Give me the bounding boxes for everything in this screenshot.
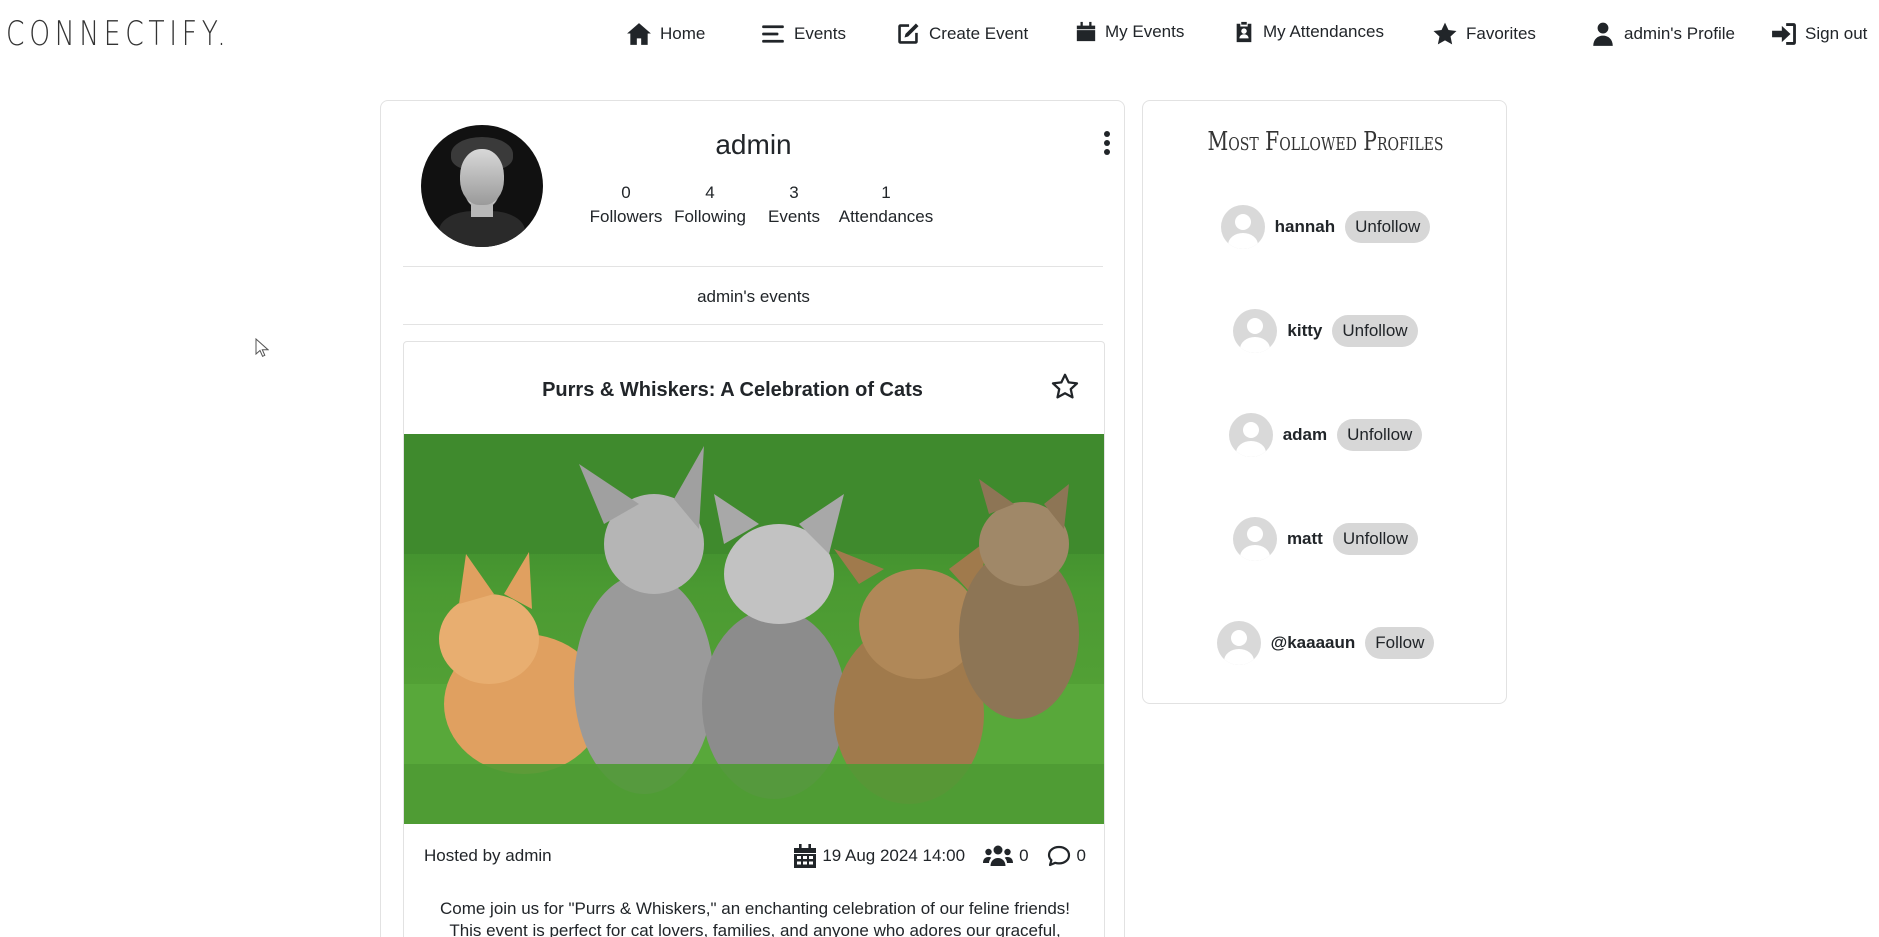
nav-events[interactable]: Events <box>760 21 846 47</box>
comment-icon <box>1047 845 1070 867</box>
hosted-by-prefix: Hosted by <box>424 846 501 865</box>
mouse-cursor-icon <box>255 338 269 357</box>
unfollow-button[interactable]: Unfollow <box>1337 419 1423 451</box>
stat-events-value: 3 <box>789 183 799 202</box>
clipboard-user-icon <box>1236 21 1252 43</box>
stat-following-label: Following <box>674 207 746 226</box>
profile-name[interactable]: adam <box>1283 425 1327 445</box>
nav-sign-out-label: Sign out <box>1805 24 1868 43</box>
stat-attendances: 1 Attendances <box>836 181 936 229</box>
profile-row: kitty Unfollow <box>1143 309 1508 353</box>
favorite-star-icon[interactable] <box>1050 372 1080 402</box>
avatar[interactable] <box>1220 205 1265 249</box>
nav-create-event[interactable]: Create Event <box>895 21 1028 47</box>
avatar[interactable] <box>1216 621 1261 665</box>
event-description: Come join us for "Purrs & Whiskers," an … <box>439 899 1071 937</box>
profile-row: hannah Unfollow <box>1143 205 1508 249</box>
nav-my-attendances-label: My Attendances <box>1263 22 1384 41</box>
sign-out-icon <box>1772 23 1796 45</box>
most-followed-title: Most Followed Profiles <box>1207 127 1444 157</box>
event-comments[interactable]: 0 <box>1047 845 1086 867</box>
list-icon <box>762 25 784 43</box>
profile-name[interactable]: @kaaaaun <box>1271 633 1356 653</box>
nav-events-label: Events <box>794 24 846 43</box>
profile-username: admin <box>715 129 792 160</box>
most-followed-panel: Most Followed Profiles hannah Unfollow k… <box>1142 100 1507 704</box>
avatar[interactable] <box>1232 517 1277 561</box>
calendar-icon <box>1076 21 1096 42</box>
nav-my-events[interactable]: My Events <box>1075 21 1184 43</box>
calendar-icon <box>794 844 817 868</box>
event-image[interactable] <box>404 434 1104 824</box>
section-label: admin's events <box>697 287 810 306</box>
event-date: 19 Aug 2024 14:00 <box>794 844 965 868</box>
navbar: CONNECTIFY. Home Events Create Event My … <box>0 0 1879 72</box>
nav-home[interactable]: Home <box>626 21 705 47</box>
profile-row: adam Unfollow <box>1143 413 1508 457</box>
star-icon <box>1433 22 1457 45</box>
stat-followers: 0 Followers <box>584 181 668 229</box>
logo[interactable]: CONNECTIFY. <box>6 14 230 54</box>
event-attendees: 0 <box>983 845 1029 867</box>
stat-followers-label: Followers <box>589 207 663 226</box>
profile-row: matt Unfollow <box>1143 517 1508 561</box>
stat-events-label: Events <box>768 207 820 226</box>
stat-following-value: 4 <box>705 183 715 202</box>
nav-my-attendances[interactable]: My Attendances <box>1233 21 1384 43</box>
stat-attendances-label: Attendances <box>838 207 934 226</box>
nav-sign-out[interactable]: Sign out <box>1771 21 1867 47</box>
nav-favorites-label: Favorites <box>1466 24 1536 43</box>
follow-button[interactable]: Follow <box>1365 627 1435 659</box>
profile-stats: 0 Followers 4 Following 3 Events 1 Atten… <box>584 181 936 229</box>
users-icon <box>983 845 1014 866</box>
nav-my-events-label: My Events <box>1105 22 1185 41</box>
home-icon <box>627 23 651 45</box>
nav-profile-label: admin's Profile <box>1624 24 1735 43</box>
profile-name[interactable]: kitty <box>1287 321 1322 341</box>
divider <box>403 266 1103 267</box>
stat-following: 4 Following <box>668 181 752 229</box>
hosted-by: Hosted by admin <box>424 846 552 866</box>
profile-card: admin 0 Followers 4 Following 3 Events 1… <box>380 100 1125 937</box>
unfollow-button[interactable]: Unfollow <box>1332 315 1418 347</box>
profile-name[interactable]: matt <box>1287 529 1323 549</box>
avatar[interactable] <box>1233 309 1278 353</box>
unfollow-button[interactable]: Unfollow <box>1345 211 1431 243</box>
profile-name[interactable]: hannah <box>1275 217 1335 237</box>
stat-attendances-value: 1 <box>881 183 891 202</box>
more-options-icon[interactable] <box>1102 131 1112 157</box>
unfollow-button[interactable]: Unfollow <box>1332 523 1419 555</box>
nav-profile[interactable]: admin's Profile <box>1590 21 1735 47</box>
nav-create-event-label: Create Event <box>929 24 1029 43</box>
user-icon <box>1593 22 1613 46</box>
edit-icon <box>898 23 919 44</box>
attendees-count: 0 <box>1019 846 1029 865</box>
kittens-illustration <box>404 434 1104 824</box>
comments-count: 0 <box>1076 846 1086 865</box>
stat-followers-value: 0 <box>621 183 631 202</box>
host-link[interactable]: admin <box>505 846 551 865</box>
event-title[interactable]: Purrs & Whiskers: A Celebration of Cats <box>404 379 1061 402</box>
avatar[interactable] <box>1228 413 1273 457</box>
event-date-text: 19 Aug 2024 14:00 <box>822 846 966 865</box>
stat-events: 3 Events <box>752 181 836 229</box>
profile-row: @kaaaaun Follow <box>1143 621 1508 665</box>
nav-home-label: Home <box>660 24 706 43</box>
event-meta: Hosted by admin 19 Aug 2024 14:00 0 0 <box>404 842 1104 872</box>
event-card[interactable]: Purrs & Whiskers: A Celebration of Cats <box>403 341 1105 937</box>
divider <box>403 324 1103 325</box>
nav-favorites[interactable]: Favorites <box>1432 21 1536 47</box>
